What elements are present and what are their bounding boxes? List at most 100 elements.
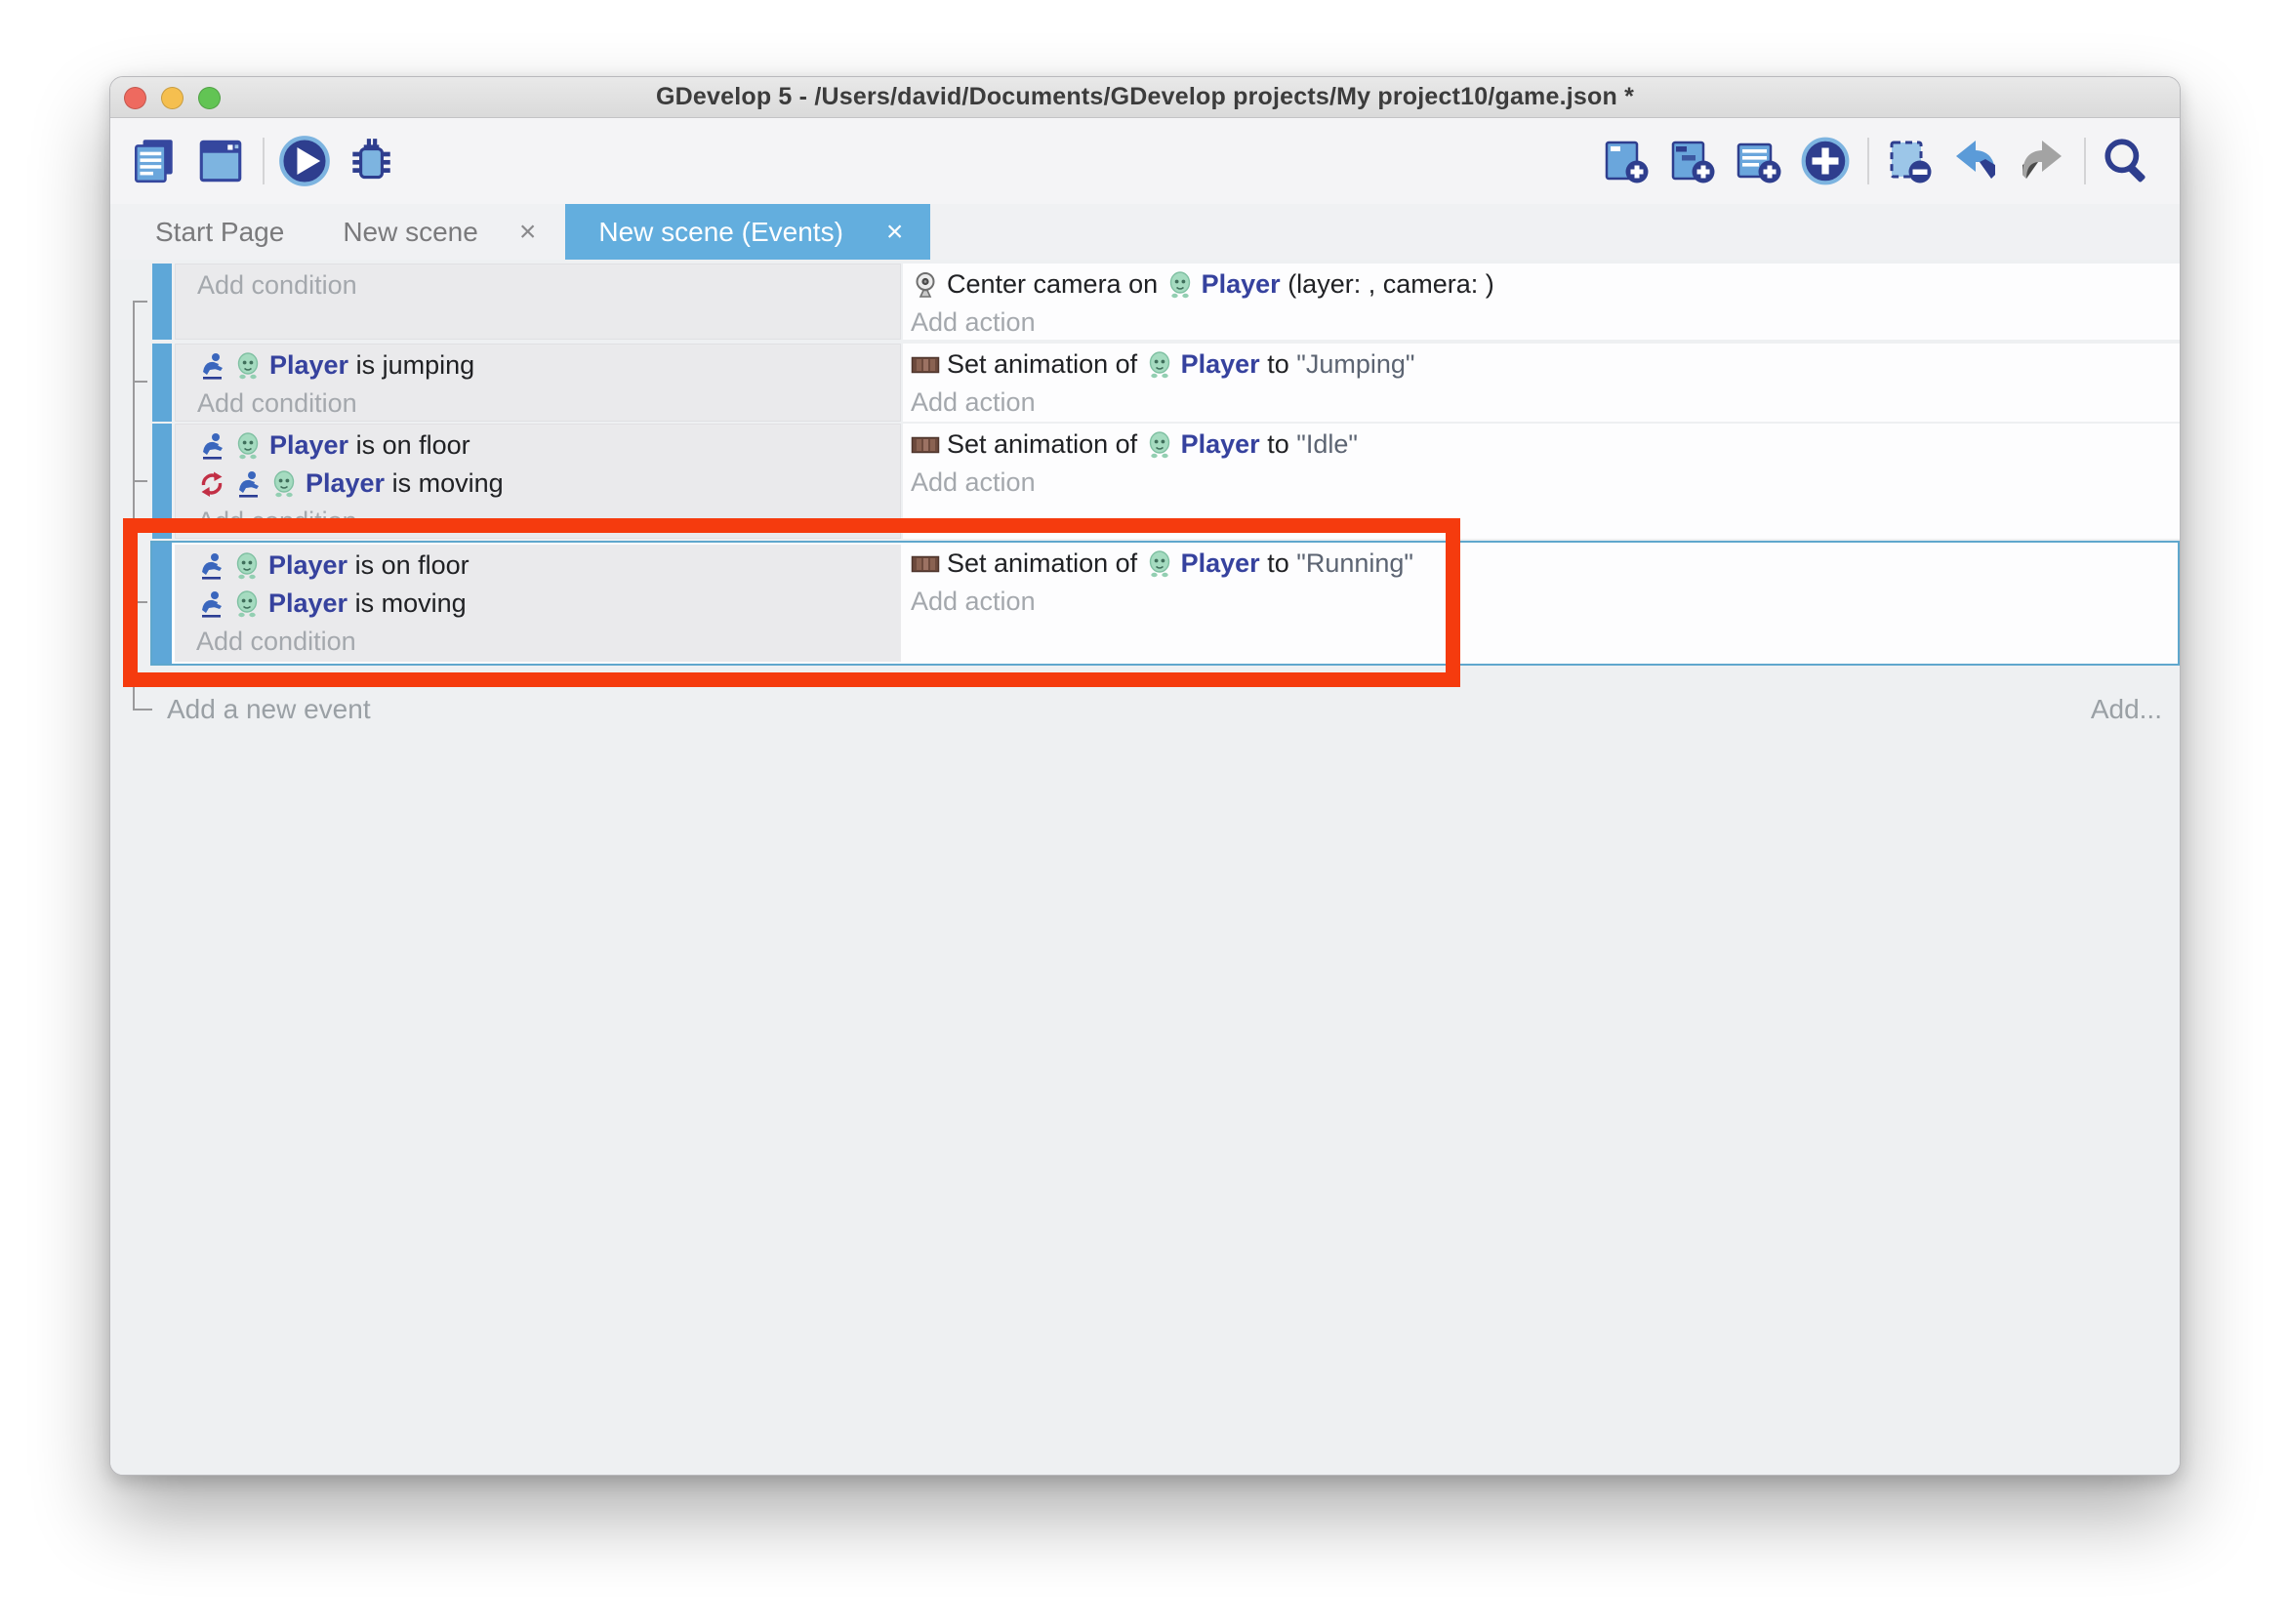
window-title: GDevelop 5 - /Users/david/Documents/GDev… [656,83,1634,111]
event-handle[interactable] [152,344,172,422]
condition-text: is moving [385,468,504,499]
add-condition-button[interactable]: Add condition [176,385,900,423]
actions-column[interactable]: Center camera on Player (layer: , camera… [903,264,2180,340]
action-text: to [1260,548,1297,579]
conditions-column[interactable]: Player is on floor Player is moving Add … [175,424,901,539]
event-tree-tick [133,301,147,303]
action-value: "Idle" [1296,429,1358,460]
event-tree-tick [133,480,147,482]
action-item[interactable]: Center camera on Player (layer: , camera… [911,265,2180,304]
close-window-button[interactable] [124,87,146,109]
toolbar-separator [2084,138,2086,184]
object-name: Player [1181,429,1260,460]
debug-button[interactable] [343,132,399,190]
debug-icon [345,135,397,187]
minimize-window-button[interactable] [161,87,184,109]
add-more-button[interactable] [1797,132,1854,190]
event-handle[interactable] [152,424,172,539]
add-action-button[interactable]: Add action [911,384,2180,422]
event-tree-tick [133,381,147,383]
scene-editor-button[interactable] [192,132,249,190]
close-tab-icon[interactable]: × [886,218,904,247]
condition-item[interactable]: Player is jumping [176,346,900,385]
action-text: (layer: , camera: ) [1281,269,1494,300]
tab-label: Start Page [155,217,284,248]
camera-icon [911,270,940,300]
player-object-icon [1145,350,1174,380]
undo-icon [1950,136,2001,186]
platformer-behavior-icon [197,351,226,381]
conditions-column[interactable]: Add condition [175,264,901,340]
event-handle[interactable] [152,543,172,664]
events-sheet: Add condition Center camera on Player (l… [110,260,2180,1475]
condition-text: is moving [347,589,467,619]
zoom-window-button[interactable] [198,87,221,109]
event-tree-tick [133,601,147,603]
add-condition-button[interactable]: Add condition [176,266,900,304]
event-handle[interactable] [152,264,172,340]
delete-event-icon [1884,136,1935,186]
add-action-button[interactable]: Add action [911,304,2180,342]
toolbar-right-group [1598,132,2164,190]
traffic-lights [124,77,221,118]
close-tab-icon[interactable]: × [519,218,537,247]
actions-column[interactable]: Set animation of Player to "Running" Add… [903,543,2178,664]
gdevelop-window: GDevelop 5 - /Users/david/Documents/GDev… [109,76,2181,1476]
player-object-icon [232,589,262,619]
add-event-button[interactable] [1598,132,1655,190]
player-object-icon [233,351,263,381]
toolbar-separator [263,138,265,184]
search-button[interactable] [2098,132,2154,190]
event-row[interactable]: Player is jumping Add condition Set anim… [152,344,2180,422]
tab-start-page[interactable]: Start Page [126,204,313,260]
add-comment-button[interactable] [1731,132,1787,190]
animation-icon [911,549,940,579]
tab-new-scene-events[interactable]: New scene (Events) × [565,204,930,260]
object-name: Player [306,468,385,499]
player-object-icon [233,431,263,461]
add-condition-button[interactable]: Add condition [175,623,901,661]
action-item[interactable]: Set animation of Player to "Running" [911,545,2178,583]
conditions-column[interactable]: Player is jumping Add condition [175,344,901,422]
project-manager-button[interactable] [126,132,183,190]
tab-bar: Start Page New scene × New scene (Events… [110,204,2180,260]
condition-item[interactable]: Player is on floor [175,547,901,585]
events-footer: Add a new event Add... [110,689,2180,730]
object-name: Player [1181,349,1260,380]
actions-column[interactable]: Set animation of Player to "Idle" Add ac… [903,424,2180,539]
invert-icon [197,469,226,499]
add-more-button-footer[interactable]: Add... [2091,694,2162,725]
object-name: Player [1181,548,1260,579]
add-action-button[interactable]: Add action [911,583,2178,621]
player-object-icon [232,551,262,581]
action-text: Set animation of [947,349,1145,380]
action-item[interactable]: Set animation of Player to "Jumping" [911,345,2180,384]
conditions-column[interactable]: Player is on floor Player is moving Add … [175,545,901,662]
undo-button[interactable] [1947,132,2004,190]
event-row[interactable]: Player is on floor Player is moving Add … [152,424,2180,539]
actions-column[interactable]: Set animation of Player to "Jumping" Add… [903,344,2180,422]
action-text: to [1260,429,1297,460]
condition-item[interactable]: Player is moving [176,465,900,503]
event-row[interactable]: Add condition Center camera on Player (l… [152,264,2180,340]
tab-new-scene[interactable]: New scene × [313,204,565,260]
action-text: to [1260,349,1297,380]
add-circle-icon [1799,135,1852,187]
add-action-button[interactable]: Add action [911,464,2180,502]
play-icon [277,134,332,188]
condition-item[interactable]: Player is moving [175,585,901,623]
toolbar [110,118,2180,204]
add-comment-icon [1734,136,1784,186]
delete-event-button[interactable] [1881,132,1938,190]
redo-button[interactable] [2014,132,2070,190]
search-icon [2100,135,2152,187]
event-row-selected[interactable]: Player is on floor Player is moving Add … [150,541,2180,666]
play-button[interactable] [276,132,333,190]
action-item[interactable]: Set animation of Player to "Idle" [911,426,2180,464]
add-subevent-button[interactable] [1664,132,1721,190]
object-name: Player [268,589,347,619]
add-event-icon [1601,136,1652,186]
add-new-event-button[interactable]: Add a new event [167,694,371,725]
add-condition-button[interactable]: Add condition [176,503,900,541]
condition-item[interactable]: Player is on floor [176,426,900,465]
